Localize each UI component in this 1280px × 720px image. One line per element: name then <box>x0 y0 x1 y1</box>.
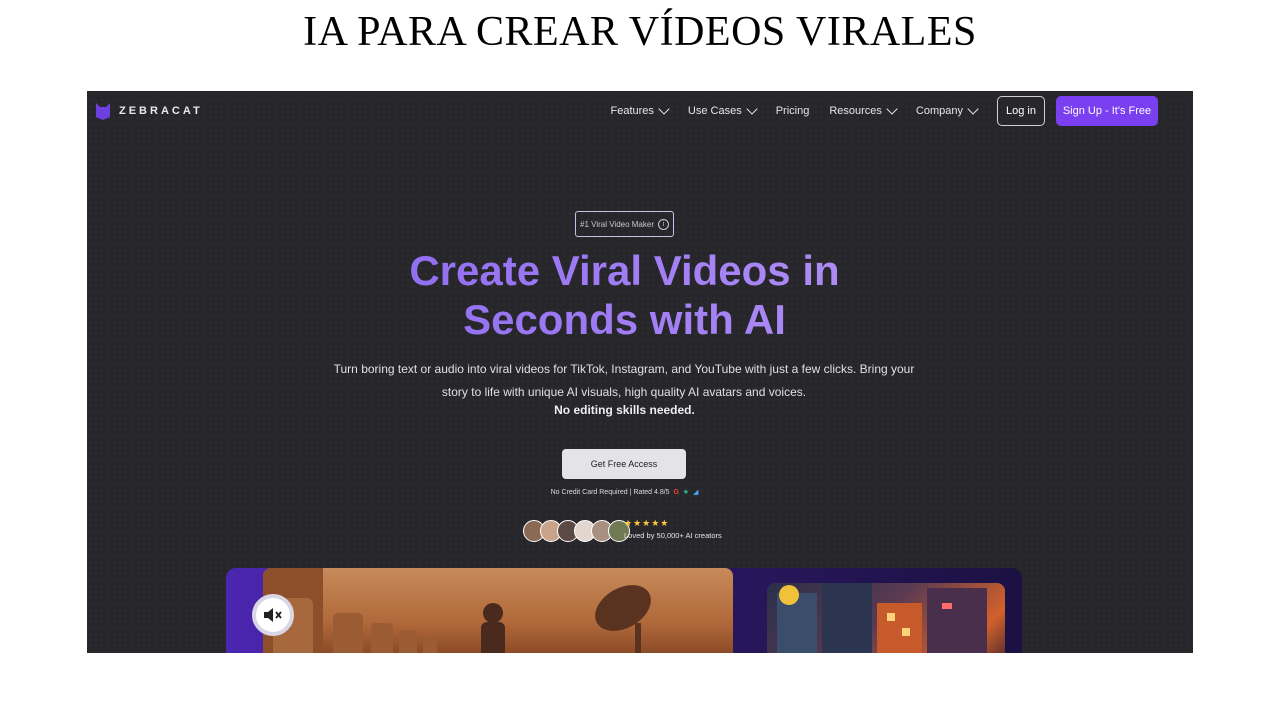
chevron-down-icon <box>967 103 979 115</box>
signup-button[interactable]: Sign Up - It's Free <box>1056 96 1158 126</box>
nav-features[interactable]: Features <box>610 103 670 117</box>
hero-title-line1: Create Viral Videos in <box>409 247 840 294</box>
nav-label: Use Cases <box>687 105 742 117</box>
google-icon: G <box>671 489 679 496</box>
nav-label: Company <box>915 105 963 117</box>
city-scene-illustration <box>777 583 987 653</box>
nav-label: Resources <box>829 105 882 117</box>
hero-no-editing: No editing skills needed. <box>554 403 695 417</box>
info-icon[interactable]: i <box>657 218 669 230</box>
nav-label: Features <box>610 105 654 117</box>
brand-logo[interactable]: ZEBRACAT <box>95 101 203 121</box>
cta-note-text: No Credit Card Required | Rated 4.8/5 <box>550 489 670 496</box>
hero-title: Create Viral Videos in Seconds with AI <box>87 246 1162 344</box>
mute-button[interactable] <box>252 594 294 636</box>
chevron-down-icon <box>886 103 898 115</box>
trustpilot-star-icon: ★ <box>680 489 690 496</box>
slide-title: IA PARA CREAR VÍDEOS VIRALES <box>303 9 977 55</box>
cat-logo-icon <box>96 103 110 120</box>
mars-scene-illustration <box>263 568 651 653</box>
creator-avatars <box>523 520 630 542</box>
loved-by-text: Loved by 50,000+ AI creators <box>624 531 722 540</box>
chevron-down-icon <box>746 103 758 115</box>
badge-label: #1 Viral Video Maker <box>580 219 654 229</box>
hero-subtitle: Turn boring text or audio into viral vid… <box>333 362 915 399</box>
nav-resources[interactable]: Resources <box>829 103 898 117</box>
cyberpunk-city-video[interactable] <box>767 583 1005 653</box>
main-nav: Features Use Cases Pricing Resources Com… <box>610 103 979 117</box>
brand-name: ZEBRACAT <box>119 105 203 117</box>
mars-astronaut-video[interactable] <box>263 568 733 653</box>
hero-title-line2: Seconds with AI <box>463 296 786 343</box>
website-screenshot: ZEBRACAT Features Use Cases Pricing Reso… <box>87 91 1193 653</box>
chevron-down-icon <box>658 103 670 115</box>
nav-pricing[interactable]: Pricing <box>776 105 810 117</box>
rating-stars: ★★★★★ <box>624 518 670 528</box>
login-button[interactable]: Log in <box>997 96 1045 126</box>
speaker-muted-icon <box>264 608 282 622</box>
capterra-icon: ◢ <box>691 489 699 496</box>
hero-badge: #1 Viral Video Maker i <box>575 211 674 237</box>
nav-use-cases[interactable]: Use Cases <box>687 103 758 117</box>
nav-company[interactable]: Company <box>915 103 979 117</box>
nav-label: Pricing <box>775 105 810 117</box>
cta-note: No Credit Card Required | Rated 4.8/5 G … <box>87 488 1162 496</box>
video-showcase <box>226 568 1022 653</box>
get-free-access-button[interactable]: Get Free Access <box>562 449 686 479</box>
